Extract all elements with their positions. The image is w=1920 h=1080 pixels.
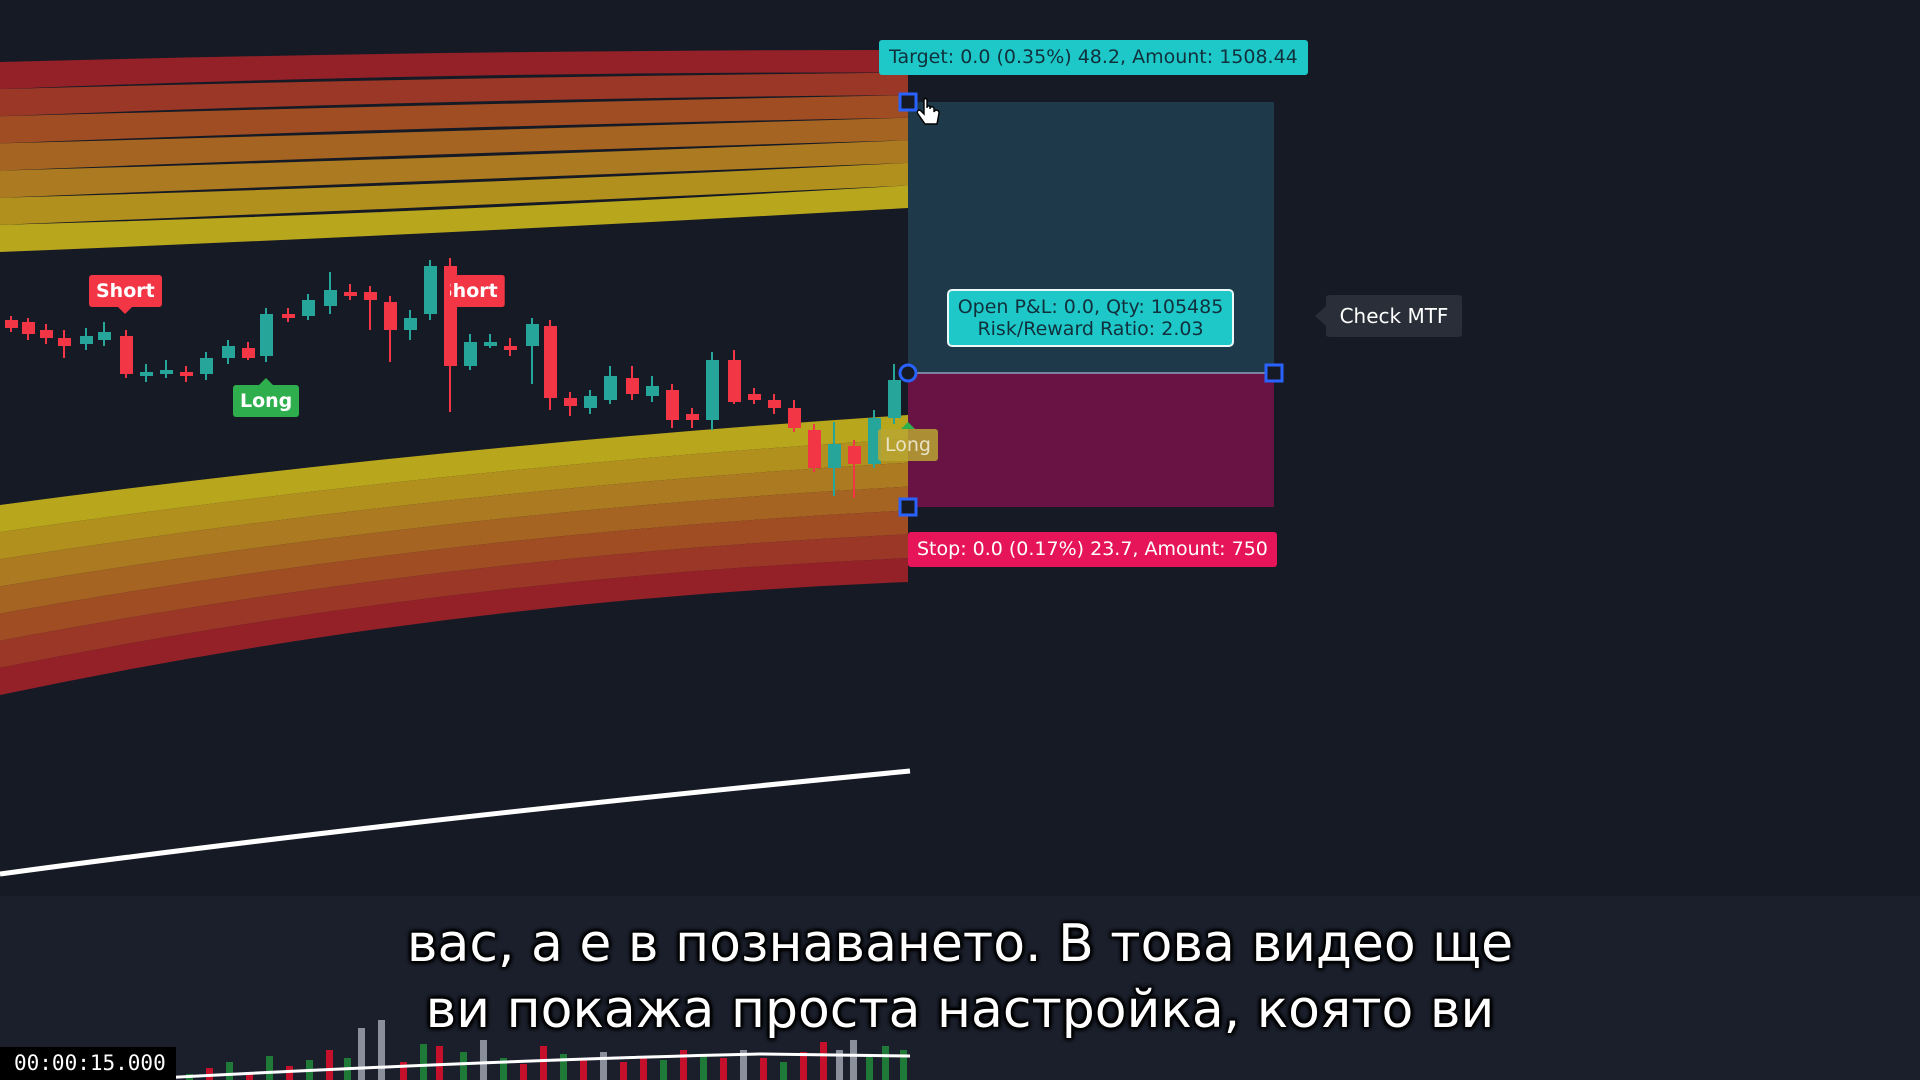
- candle-body: [80, 336, 93, 344]
- candle-body: [242, 348, 255, 358]
- candle-body: [686, 414, 699, 420]
- candle-body: [666, 390, 679, 420]
- candle-body: [544, 326, 557, 398]
- volume-bar: [600, 1052, 607, 1080]
- candle-body: [140, 372, 153, 376]
- volume-bar: [580, 1058, 587, 1080]
- candle-body: [180, 372, 193, 376]
- volume-bar: [436, 1046, 443, 1080]
- volume-bar: [520, 1064, 527, 1080]
- candle-body: [324, 290, 337, 306]
- volume-bar: [480, 1040, 487, 1080]
- volume-bar: [326, 1050, 333, 1080]
- candle-body: [728, 360, 741, 402]
- volume-bar: [620, 1062, 627, 1080]
- candle-body: [58, 338, 71, 346]
- candle-body: [808, 430, 821, 468]
- volume-bar: [660, 1060, 667, 1080]
- pnl-label[interactable]: Open P&L: 0.0, Qty: 105485 Risk/Reward R…: [947, 289, 1234, 347]
- volume-bar: [882, 1046, 889, 1080]
- candle-body: [302, 300, 315, 316]
- candle-body: [5, 320, 18, 328]
- target-handle[interactable]: [898, 92, 918, 112]
- candle-body: [848, 446, 861, 464]
- candle-body: [768, 400, 781, 408]
- candle-body: [748, 394, 761, 400]
- pnl-line-2: Risk/Reward Ratio: 2.03: [977, 318, 1204, 340]
- candle-body: [564, 398, 577, 406]
- candle-body: [604, 376, 617, 400]
- candle-body: [384, 302, 397, 330]
- candle-body: [260, 314, 273, 356]
- volume-bar: [420, 1044, 427, 1080]
- subtitle-line-1: вас, а е в познаването. В това видео ще: [406, 914, 1514, 974]
- candle-body: [584, 396, 597, 408]
- candle-body: [200, 358, 213, 374]
- volume-bar: [780, 1062, 787, 1080]
- video-timestamp: 00:00:15.000: [0, 1047, 176, 1080]
- lower-band: [0, 415, 908, 695]
- volume-bar: [800, 1052, 807, 1080]
- volume-bar: [226, 1062, 233, 1080]
- stop-zone[interactable]: [908, 373, 1274, 507]
- candle-body: [222, 346, 235, 358]
- volume-bar: [820, 1042, 827, 1080]
- candle-body: [888, 380, 901, 418]
- volume-bar: [560, 1054, 567, 1080]
- candle-body: [788, 408, 801, 428]
- candle-body: [646, 386, 659, 396]
- upper-band: [0, 50, 908, 252]
- candle-body: [40, 330, 53, 338]
- trend-line: [0, 768, 911, 877]
- width-handle[interactable]: [1264, 363, 1284, 383]
- pnl-line-1: Open P&L: 0.0, Qty: 105485: [957, 296, 1224, 318]
- check-mtf-label: Check MTF: [1339, 304, 1449, 328]
- subtitle-line-2: ви покажа проста настройка, която ви: [425, 980, 1495, 1040]
- check-mtf-arrow-icon: [1315, 306, 1326, 326]
- check-mtf-button[interactable]: Check MTF: [1315, 295, 1462, 337]
- candle-body: [404, 318, 417, 330]
- long-signal-1: Long: [233, 378, 300, 417]
- candle-body: [120, 336, 133, 374]
- entry-handle[interactable]: [898, 363, 918, 383]
- short-signal-1: Short: [89, 275, 162, 314]
- candle-body: [504, 346, 517, 350]
- stop-handle[interactable]: [898, 497, 918, 517]
- candle-body: [364, 292, 377, 300]
- candle-body: [464, 342, 477, 366]
- candle-body: [424, 266, 437, 314]
- target-label[interactable]: Target: 0.0 (0.35%) 48.2, Amount: 1508.4…: [879, 40, 1308, 75]
- volume-bar: [266, 1056, 273, 1080]
- candle-body: [160, 370, 173, 374]
- candle-body: [828, 444, 841, 468]
- candle-body: [98, 332, 111, 340]
- candle-body: [344, 292, 357, 296]
- long-signal-2: Long: [878, 422, 938, 461]
- volume-bar: [866, 1054, 873, 1080]
- candle-body: [282, 314, 295, 318]
- candle-body: [526, 324, 539, 346]
- volume-bar: [700, 1054, 707, 1080]
- volume-bar: [540, 1046, 547, 1080]
- stop-label[interactable]: Stop: 0.0 (0.17%) 23.7, Amount: 750: [908, 532, 1277, 567]
- candle-body: [22, 322, 35, 334]
- candle-body: [626, 378, 639, 394]
- volume-bar: [640, 1056, 647, 1080]
- candle-body: [484, 342, 497, 346]
- volume-bar: [760, 1058, 767, 1080]
- volume-bar: [850, 1040, 857, 1080]
- volume-bar: [460, 1052, 467, 1080]
- candle-body: [706, 360, 719, 420]
- volume-bar: [720, 1058, 727, 1080]
